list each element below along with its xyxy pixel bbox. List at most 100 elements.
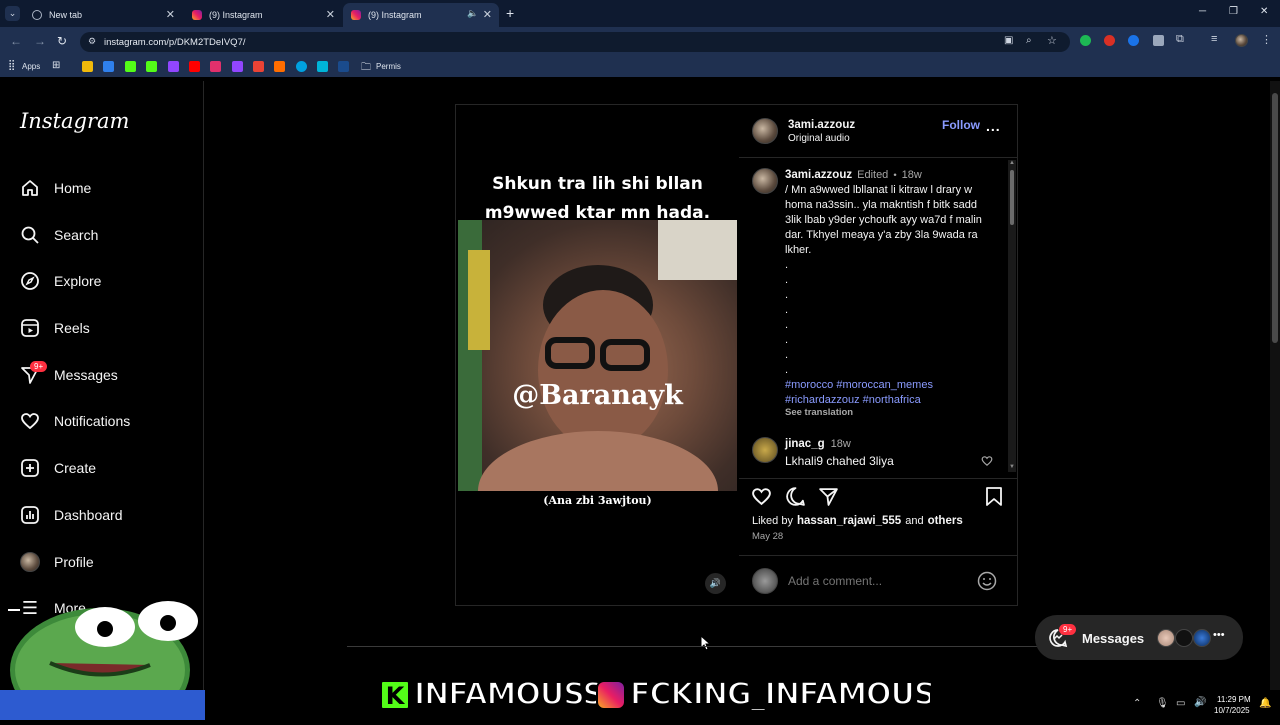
mute-button[interactable]: 🔊 <box>705 573 726 594</box>
comment-age: 18w <box>830 438 851 450</box>
commenter-username[interactable]: jinac_g <box>785 438 825 450</box>
page-scroll-thumb[interactable] <box>1272 93 1278 343</box>
grid-icon[interactable]: ⊞ <box>52 60 60 71</box>
video-frame[interactable] <box>458 220 737 551</box>
tab-new-tab[interactable]: New tab ✕ <box>24 3 182 27</box>
profile-avatar[interactable] <box>1235 34 1248 47</box>
nav-search[interactable]: Search <box>20 225 98 245</box>
speaker-icon[interactable]: 🔈 <box>467 8 478 19</box>
liked-by-user[interactable]: hassan_rajawi_555 <box>797 515 901 527</box>
page-scrollbar[interactable] <box>1270 81 1280 690</box>
extension-icon[interactable] <box>1104 35 1115 46</box>
others-link[interactable]: others <box>928 515 963 527</box>
hashtags[interactable]: #richardazzouz #northafrica <box>785 393 1000 408</box>
emoji-icon[interactable] <box>977 571 997 596</box>
scroll-thumb[interactable] <box>1010 170 1014 225</box>
extension-icon[interactable] <box>1128 35 1139 46</box>
see-translation-link[interactable]: See translation <box>785 407 853 418</box>
clock-time[interactable]: 11:29 PM <box>1217 695 1251 704</box>
messages-drawer-button[interactable]: 9+ Messages ••• <box>1035 615 1243 660</box>
post-date[interactable]: May 28 <box>752 531 783 542</box>
scroll-up-arrow[interactable]: ▲ <box>1009 160 1015 166</box>
post-age[interactable]: 18w <box>902 169 922 181</box>
notification-icon[interactable]: 🔔 <box>1259 698 1271 709</box>
binance-icon[interactable] <box>82 61 93 72</box>
follow-button[interactable]: Follow <box>942 118 980 132</box>
back-button[interactable]: ← <box>10 34 22 48</box>
extension-icon[interactable] <box>1153 35 1164 46</box>
divider <box>739 157 1017 158</box>
nav-reels[interactable]: Reels <box>20 318 90 338</box>
volume-icon[interactable]: 🔊 <box>1194 697 1206 708</box>
microphone-icon[interactable]: 🎙 <box>1156 698 1169 709</box>
minimize-button[interactable]: ─ <box>1199 6 1206 17</box>
share-icon[interactable] <box>818 486 839 512</box>
new-tab-button[interactable]: + <box>506 5 514 21</box>
close-icon[interactable]: ✕ <box>483 8 492 21</box>
caption-scrollbar[interactable]: ▲ ▼ <box>1008 160 1016 472</box>
star-icon[interactable]: ☆ <box>1047 34 1057 47</box>
comment-like-icon[interactable] <box>981 454 993 472</box>
nav-create[interactable]: Create <box>20 458 96 478</box>
network-icon[interactable]: ▭ <box>1176 698 1185 709</box>
nav-dashboard[interactable]: Dashboard <box>20 505 123 525</box>
bookmark-permis[interactable]: Permis <box>376 62 401 71</box>
clock-date[interactable]: 10/7/2025 <box>1214 706 1250 715</box>
bookmark-icon[interactable] <box>296 61 307 72</box>
kick-icon[interactable] <box>146 61 157 72</box>
forward-button[interactable]: → <box>34 34 46 48</box>
author-username[interactable]: 3ami.azzouz <box>788 119 855 131</box>
url-text: instagram.com/p/DKM2TDeIVQ7/ <box>104 36 246 48</box>
apps-icon[interactable]: ⣿ <box>8 60 15 71</box>
gmail-icon[interactable] <box>253 61 264 72</box>
close-icon[interactable]: ✕ <box>166 8 175 21</box>
folder-icon[interactable]: 🗀 <box>361 60 371 77</box>
zoom-icon[interactable]: ⌕ <box>1026 35 1032 46</box>
instagram-icon[interactable] <box>210 61 221 72</box>
nav-label: Profile <box>54 554 94 570</box>
instagram-logo[interactable]: Instagram <box>20 109 129 133</box>
twitch-icon[interactable] <box>232 61 243 72</box>
bookmark-apps[interactable]: Apps <box>22 62 40 71</box>
address-bar[interactable]: ⚙ instagram.com/p/DKM2TDeIVQ7/ ▣ ⌕ ☆ <box>80 32 1070 52</box>
more-options-icon[interactable]: ... <box>986 118 1001 134</box>
author-avatar[interactable] <box>752 168 778 194</box>
audio-label[interactable]: Original audio <box>788 133 850 144</box>
nav-profile[interactable]: Profile <box>20 552 94 572</box>
paypal-icon[interactable] <box>317 61 328 72</box>
nav-notifications[interactable]: Notifications <box>20 411 130 431</box>
author-avatar[interactable] <box>752 118 778 144</box>
tab-instagram-1[interactable]: (9) Instagram ✕ <box>184 3 342 27</box>
hashtags[interactable]: #morocco #moroccan_memes <box>785 378 1000 393</box>
restore-button[interactable]: ❐ <box>1229 6 1238 17</box>
nav-home[interactable]: Home <box>20 178 91 198</box>
site-info-icon[interactable]: ⚙ <box>88 36 96 47</box>
twitch-icon[interactable] <box>168 61 179 72</box>
nav-label: Home <box>54 180 92 196</box>
bookmark-icon[interactable] <box>274 61 285 72</box>
media-icon[interactable]: ≡ <box>1211 33 1217 45</box>
commenter-avatar[interactable] <box>752 437 778 463</box>
kick-icon[interactable] <box>125 61 136 72</box>
caption-username[interactable]: 3ami.azzouz <box>785 169 852 181</box>
save-icon[interactable] <box>985 486 1003 512</box>
reload-button[interactable]: ↻ <box>57 34 67 48</box>
bookmark-icon[interactable] <box>103 61 114 72</box>
bookmark-icon[interactable] <box>338 61 349 72</box>
install-icon[interactable]: ▣ <box>1004 35 1013 46</box>
youtube-icon[interactable] <box>189 61 200 72</box>
nav-explore[interactable]: Explore <box>20 271 101 291</box>
instagram-icon <box>596 680 626 710</box>
like-icon[interactable] <box>751 486 772 512</box>
close-icon[interactable]: ✕ <box>326 8 335 21</box>
comment-icon[interactable] <box>785 486 806 512</box>
close-window-button[interactable]: ✕ <box>1260 6 1268 17</box>
puzzle-icon[interactable]: ⧉ <box>1176 33 1184 46</box>
tab-instagram-2[interactable]: (9) Instagram 🔈 ✕ <box>343 3 499 27</box>
chevron-up-icon[interactable]: ⌃ <box>1133 698 1141 709</box>
scroll-down-arrow[interactable]: ▼ <box>1009 464 1015 470</box>
add-comment-input[interactable] <box>788 573 968 589</box>
tab-search-button[interactable]: ⌄ <box>5 6 20 21</box>
kebab-menu-icon[interactable]: ⋮ <box>1261 33 1272 46</box>
extension-icon[interactable] <box>1080 35 1091 46</box>
